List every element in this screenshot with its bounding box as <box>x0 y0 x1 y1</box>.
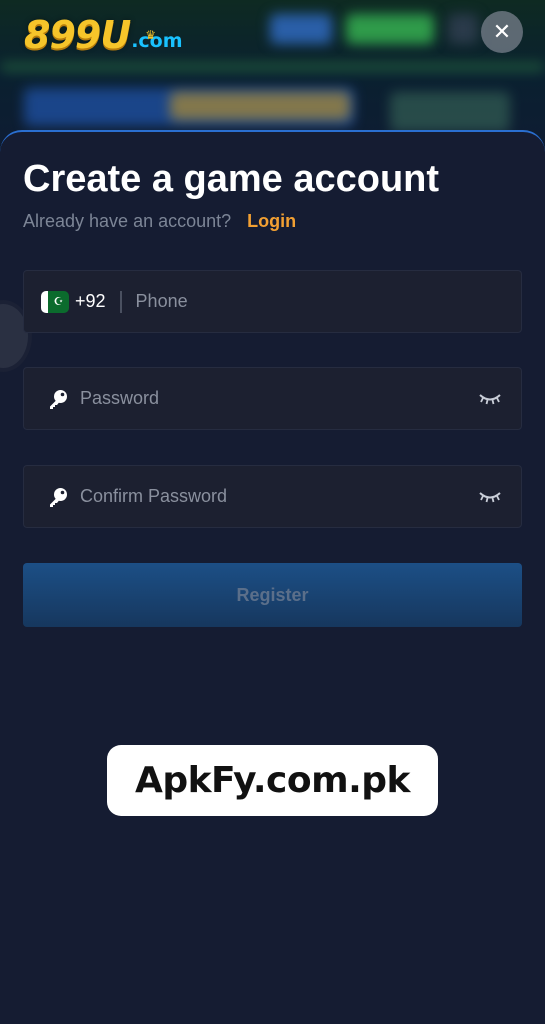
login-link[interactable]: Login <box>247 211 296 232</box>
divider <box>119 290 122 313</box>
key-icon <box>50 487 67 507</box>
password-field <box>23 367 522 430</box>
crown-icon: ♛ <box>145 28 156 42</box>
logo-sub-label: .com <box>131 30 183 52</box>
blurred-button <box>270 14 332 44</box>
country-code[interactable]: +92 <box>75 291 106 312</box>
login-prompt: Already have an account? Login <box>23 209 296 233</box>
confirm-password-input[interactable] <box>80 476 479 517</box>
watermark-text: ApkFy.com.pk <box>134 760 411 801</box>
flag-crescent: ☪ <box>48 290 69 313</box>
blurred-button <box>346 14 434 44</box>
pakistan-flag-icon[interactable]: ☪ <box>41 290 69 313</box>
blurred-promo-image <box>390 92 510 132</box>
close-icon: ✕ <box>492 19 512 44</box>
blurred-button <box>448 14 478 44</box>
flag-white-stripe <box>41 290 48 313</box>
blurred-promo-text <box>170 92 350 120</box>
site-logo: 899U ♛ .com <box>24 10 183 56</box>
blurred-strip <box>0 62 545 72</box>
confirm-password-field <box>23 465 522 528</box>
close-button[interactable]: ✕ <box>481 11 523 53</box>
watermark-badge: ApkFy.com.pk <box>107 745 438 816</box>
register-button[interactable]: Register <box>23 563 522 627</box>
logo-main-text: 899U <box>24 13 131 57</box>
eye-closed-icon[interactable] <box>479 490 501 504</box>
logo-domain-text: ♛ .com <box>131 26 182 56</box>
phone-field: ☪ +92 <box>23 270 522 333</box>
key-icon <box>50 389 67 409</box>
login-prompt-text: Already have an account? <box>23 210 232 231</box>
phone-input[interactable] <box>135 281 521 322</box>
eye-closed-icon[interactable] <box>479 392 501 406</box>
page-title: Create a game account <box>23 158 440 200</box>
password-input[interactable] <box>80 378 479 419</box>
